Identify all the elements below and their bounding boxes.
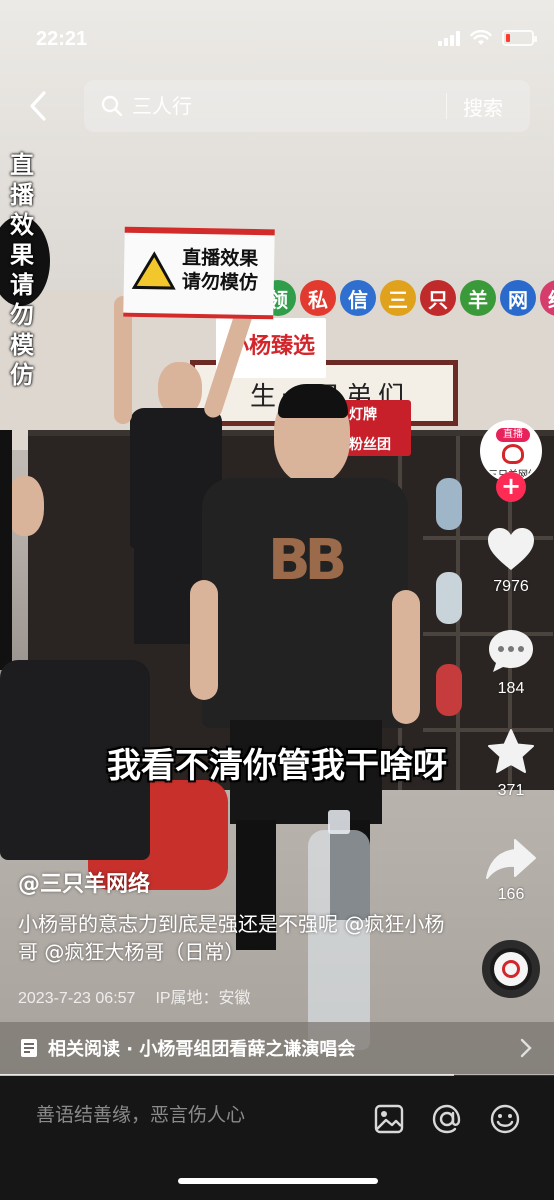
side-warning-char: 播 [10, 181, 34, 209]
home-indicator[interactable] [178, 1178, 378, 1184]
publish-date: 2023-7-23 06:57 [18, 990, 136, 1007]
music-disc-button[interactable] [482, 940, 540, 998]
warning-triangle-icon [131, 250, 177, 290]
related-reading-text: 相关阅读 · 小杨哥组团看薛之谦演唱会 [48, 1039, 356, 1060]
document-icon [21, 1039, 37, 1057]
person-arm [392, 590, 420, 724]
sign-text: 直播效果 请勿模仿 [182, 246, 259, 295]
live-badge: 直播 [496, 428, 530, 442]
video-subtitle: 我看不清你管我干啥呀 [107, 746, 447, 786]
comment-icon [489, 630, 533, 672]
like-button[interactable]: 7976 [478, 526, 544, 596]
side-warning-char: 果 [10, 241, 34, 269]
search-button[interactable]: 搜索 [463, 92, 503, 121]
comment-button[interactable]: 184 [478, 628, 544, 698]
side-warning-char: 仿 [10, 361, 34, 389]
like-count: 7976 [493, 578, 529, 595]
person-partial [0, 430, 12, 670]
toy-figure [436, 664, 462, 716]
share-count: 166 [497, 886, 525, 903]
wifi-icon [470, 30, 492, 45]
brand-logo-icon [502, 444, 524, 464]
side-warning-text: 直播效果请勿模仿 [10, 150, 40, 390]
shirt-logo: BB [268, 528, 347, 593]
video-description[interactable]: 小杨哥的意志力到底是强还是不强呢 @疯狂小杨哥 @疯狂大杨哥（日常） [18, 910, 448, 966]
brand-logo-icon [502, 960, 520, 978]
red-sign-line-2: 粉丝团 [349, 437, 391, 453]
person-shirt [202, 478, 408, 728]
search-input[interactable] [132, 94, 432, 118]
comment-input[interactable] [36, 1104, 336, 1126]
battery-icon [502, 30, 537, 46]
side-warning-char: 请 [10, 271, 34, 299]
banner-char: 络 [540, 280, 554, 316]
back-icon [30, 91, 46, 121]
banner-char: 只 [420, 280, 456, 316]
banner-char: 三 [380, 280, 416, 316]
ip-location: IP属地：安徽 [155, 990, 251, 1007]
side-warning-char: 效 [10, 211, 34, 239]
search-bar[interactable]: 搜索 [84, 80, 530, 132]
person-arm [190, 580, 218, 700]
emoji-icon[interactable] [488, 1102, 522, 1136]
share-button[interactable]: 166 [478, 838, 544, 904]
battery-level [506, 34, 510, 42]
video-meta: 2023-7-23 06:57 IP属地：安徽 [18, 984, 251, 1008]
image-icon[interactable] [372, 1102, 406, 1136]
status-icons [438, 30, 537, 46]
banner-char: 网 [500, 280, 536, 316]
toy-figure [436, 478, 462, 530]
chevron-right-icon [520, 1038, 532, 1058]
banner-char: 信 [340, 280, 376, 316]
search-divider [446, 93, 447, 119]
toy-figure [436, 572, 462, 624]
scene-banner: 领私信三只羊网络 [260, 280, 554, 320]
banner-char: 羊 [460, 280, 496, 316]
scene-red-sign: 灯牌 粉丝团 [343, 400, 411, 456]
cellular-signal-icon [438, 30, 460, 46]
sign-text-line: 直播效果 [182, 246, 259, 271]
related-reading-bar[interactable]: 相关阅读 · 小杨哥组团看薛之谦演唱会 [0, 1022, 554, 1074]
heart-icon [488, 528, 534, 570]
red-sign-line-1: 灯牌 [349, 407, 377, 423]
banner-char: 私 [300, 280, 336, 316]
follow-button[interactable]: + [496, 472, 526, 502]
author-name-link[interactable]: @三只羊网络 [18, 866, 150, 898]
side-warning-char: 勿 [10, 301, 34, 329]
side-warning-char: 模 [10, 331, 34, 359]
share-icon [486, 839, 536, 879]
scene-warning-sign: 直播效果 请勿模仿 [123, 226, 275, 320]
status-time: 22:21 [36, 28, 88, 50]
back-button[interactable] [22, 88, 54, 124]
side-warning-char: 直 [10, 151, 34, 179]
at-icon[interactable] [430, 1102, 464, 1136]
search-icon [101, 95, 123, 117]
sign-text-line: 请勿模仿 [181, 270, 259, 295]
comment-count: 184 [497, 680, 525, 697]
